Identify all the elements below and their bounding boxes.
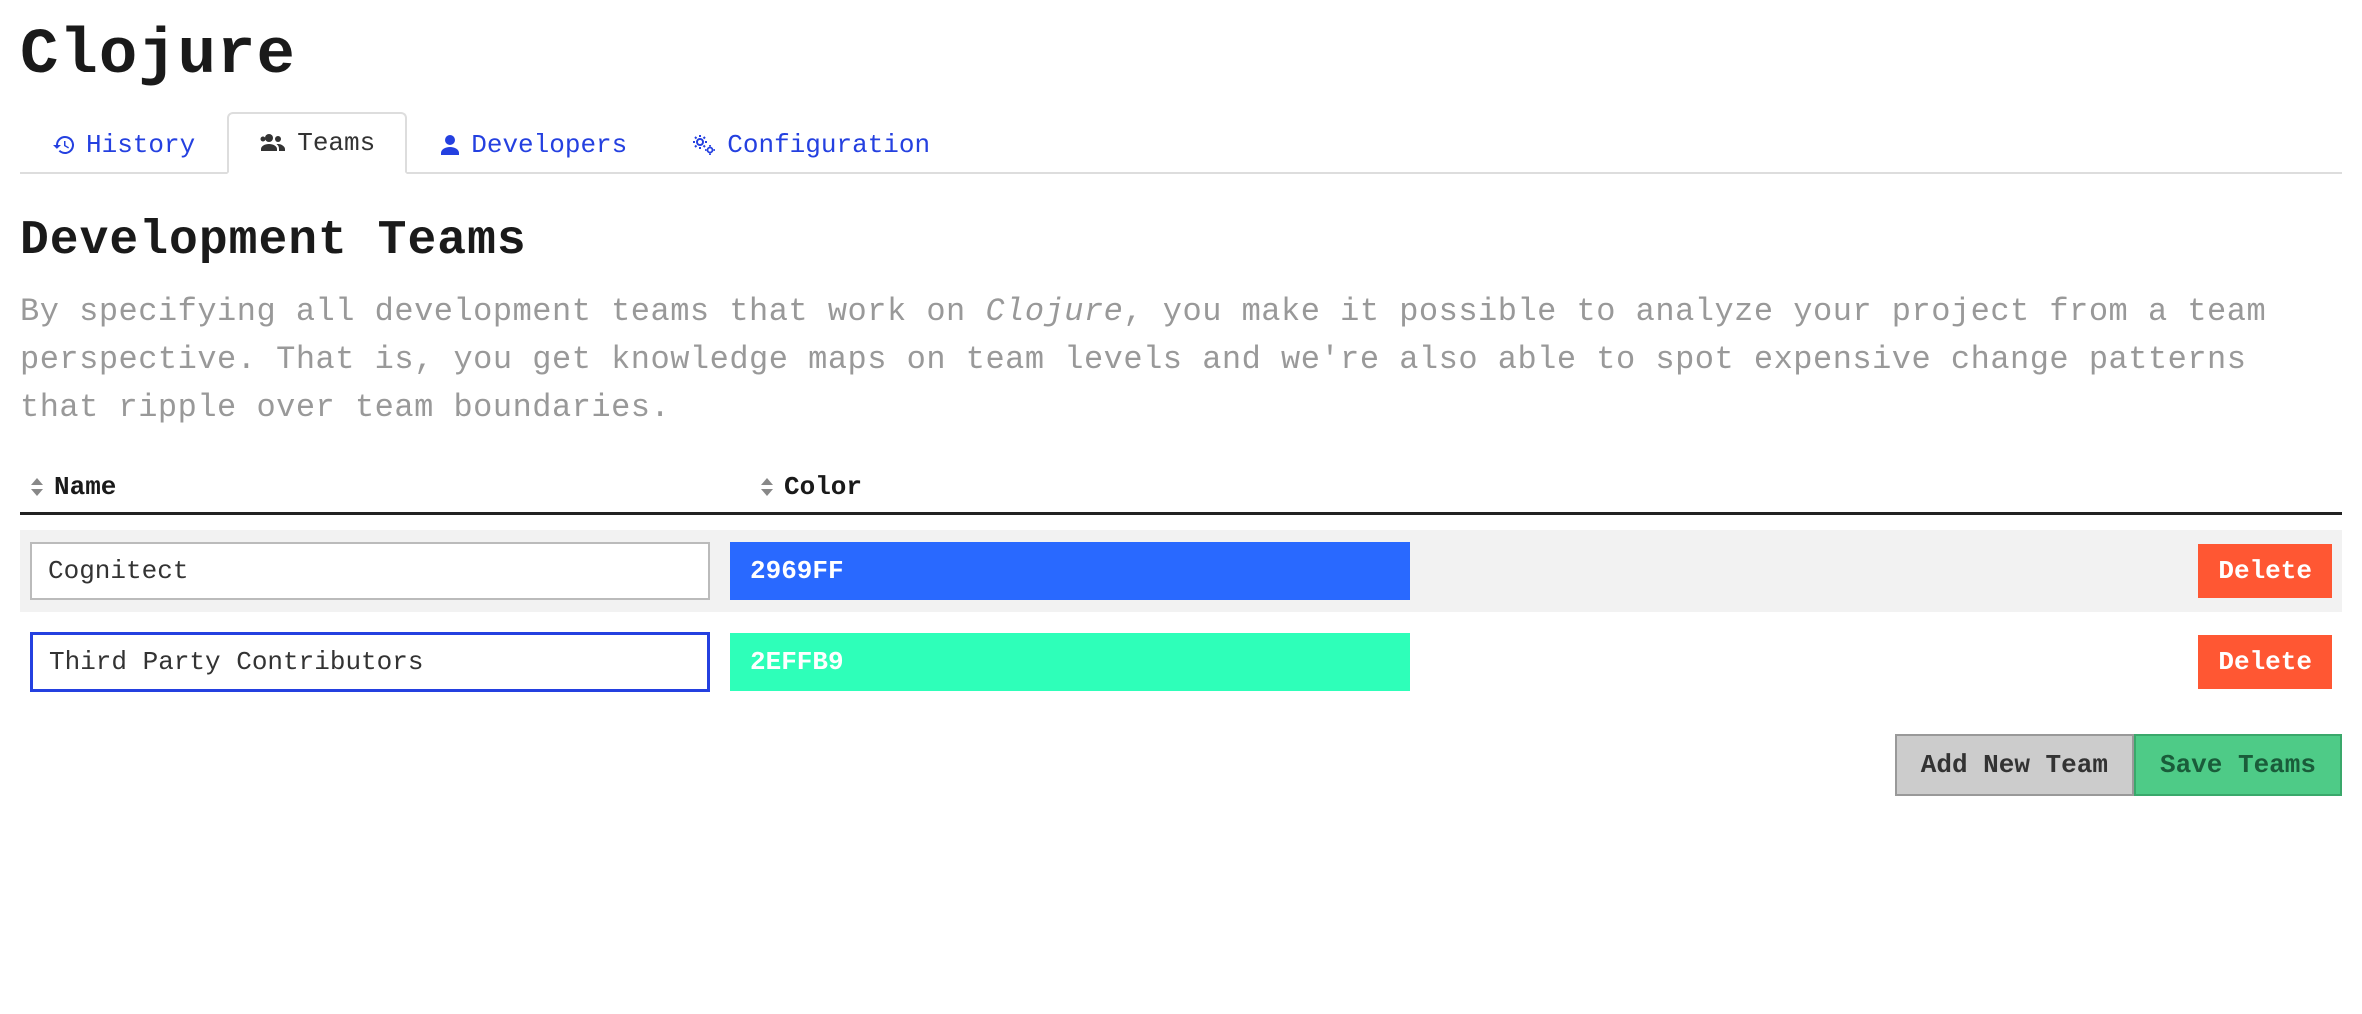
- table-row: 2969FF Delete: [20, 530, 2342, 612]
- column-header-color[interactable]: Color: [740, 472, 862, 502]
- description-project-name: Clojure: [985, 293, 1123, 330]
- tab-configuration[interactable]: Configuration: [659, 114, 962, 174]
- delete-button[interactable]: Delete: [2198, 635, 2332, 689]
- sort-icon: [30, 478, 44, 496]
- save-teams-button[interactable]: Save Teams: [2134, 734, 2342, 796]
- section-description: By specifying all development teams that…: [20, 288, 2342, 432]
- tab-bar: History Teams Developers Configuration: [20, 112, 2342, 174]
- color-swatch[interactable]: 2969FF: [730, 542, 1410, 600]
- column-label: Color: [784, 472, 862, 502]
- column-header-name[interactable]: Name: [20, 472, 740, 502]
- tab-developers[interactable]: Developers: [407, 114, 659, 174]
- team-name-input[interactable]: [30, 542, 710, 600]
- teams-table: Name Color 2969FF Delete 2EFFB9 Delete: [20, 472, 2342, 704]
- user-icon: [439, 133, 461, 157]
- add-new-team-button[interactable]: Add New Team: [1895, 734, 2134, 796]
- tab-label: History: [86, 130, 195, 160]
- action-buttons: Add New Team Save Teams: [20, 734, 2342, 796]
- users-icon: [259, 131, 287, 155]
- table-header: Name Color: [20, 472, 2342, 515]
- tab-history[interactable]: History: [20, 114, 227, 174]
- description-text: By specifying all development teams that…: [20, 293, 985, 330]
- delete-button[interactable]: Delete: [2198, 544, 2332, 598]
- tab-label: Teams: [297, 128, 375, 158]
- history-icon: [52, 133, 76, 157]
- page-title: Clojure: [20, 20, 2342, 92]
- color-swatch[interactable]: 2EFFB9: [730, 633, 1410, 691]
- team-name-input[interactable]: [30, 632, 710, 692]
- table-row: 2EFFB9 Delete: [20, 620, 2342, 704]
- cogs-icon: [691, 133, 717, 157]
- section-title: Development Teams: [20, 214, 2342, 268]
- tab-label: Configuration: [727, 130, 930, 160]
- sort-icon: [760, 478, 774, 496]
- tab-label: Developers: [471, 130, 627, 160]
- column-label: Name: [54, 472, 116, 502]
- tab-teams[interactable]: Teams: [227, 112, 407, 174]
